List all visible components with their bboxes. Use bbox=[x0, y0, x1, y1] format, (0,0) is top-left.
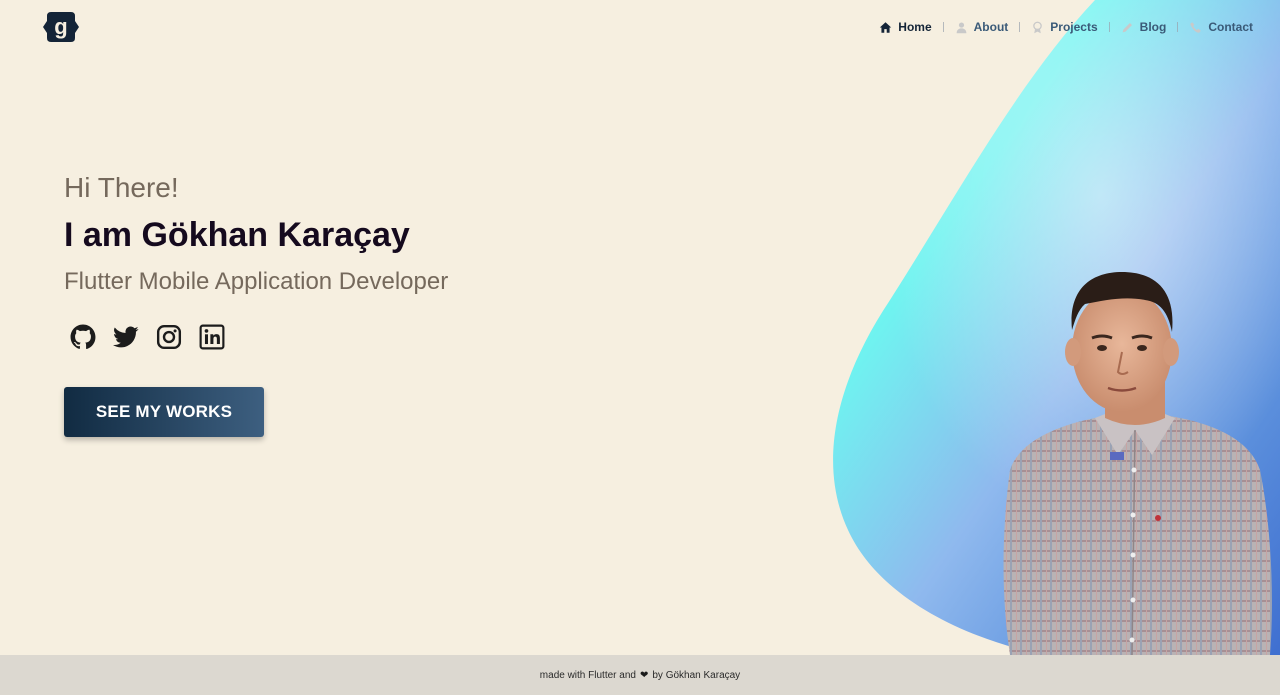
twitter-icon bbox=[113, 326, 139, 348]
site-logo[interactable]: g bbox=[42, 10, 80, 44]
footer-prefix: made with Flutter and bbox=[539, 669, 636, 681]
nav-item-about[interactable]: About bbox=[955, 20, 1009, 34]
nav-item-home[interactable]: Home bbox=[879, 20, 932, 34]
page: g Home About Projects Blog Contact Hi Th… bbox=[0, 0, 1280, 695]
nav-label-blog: Blog bbox=[1139, 20, 1167, 34]
hero-role: Flutter Mobile Application Developer bbox=[64, 268, 449, 295]
github-icon bbox=[70, 324, 96, 349]
nav-label-projects: Projects bbox=[1050, 20, 1098, 34]
nav-divider bbox=[1108, 22, 1110, 32]
github-link[interactable] bbox=[70, 324, 96, 350]
footer: made with Flutter and ❤ by Gökhan Karaça… bbox=[0, 655, 1280, 695]
instagram-link[interactable] bbox=[156, 324, 182, 350]
see-my-works-button[interactable]: SEE MY WORKS bbox=[64, 387, 264, 437]
nav-divider bbox=[1177, 22, 1179, 32]
logo-icon: g bbox=[43, 12, 79, 42]
top-navigation: Home About Projects Blog Contact bbox=[879, 18, 1253, 36]
nav-item-contact[interactable]: Contact bbox=[1189, 20, 1253, 34]
nav-label-home: Home bbox=[898, 20, 932, 34]
badge-icon bbox=[1033, 21, 1043, 33]
profile-illustration bbox=[833, 0, 1280, 655]
phone-icon bbox=[1190, 21, 1202, 33]
nav-label-about: About bbox=[973, 20, 1009, 34]
person-icon bbox=[956, 21, 967, 33]
nav-divider bbox=[1019, 22, 1021, 32]
nav-item-blog[interactable]: Blog bbox=[1121, 20, 1167, 34]
greeting-text: Hi There! bbox=[64, 172, 179, 203]
pencil-icon bbox=[1122, 22, 1132, 32]
social-links bbox=[70, 324, 225, 350]
hero-name: I am Gökhan Karaçay bbox=[64, 216, 410, 254]
nav-item-projects[interactable]: Projects bbox=[1031, 20, 1098, 34]
footer-suffix: by Gökhan Karaçay bbox=[652, 669, 741, 681]
home-icon bbox=[880, 21, 892, 33]
nav-label-contact: Contact bbox=[1208, 20, 1253, 34]
twitter-link[interactable] bbox=[113, 324, 139, 350]
linkedin-link[interactable] bbox=[199, 324, 225, 350]
linkedin-icon bbox=[199, 324, 225, 350]
logo-letter: g bbox=[54, 14, 67, 39]
hero-art bbox=[820, 0, 1280, 655]
instagram-icon bbox=[156, 324, 182, 350]
heart-icon: ❤ bbox=[639, 669, 649, 681]
nav-divider bbox=[942, 22, 944, 32]
